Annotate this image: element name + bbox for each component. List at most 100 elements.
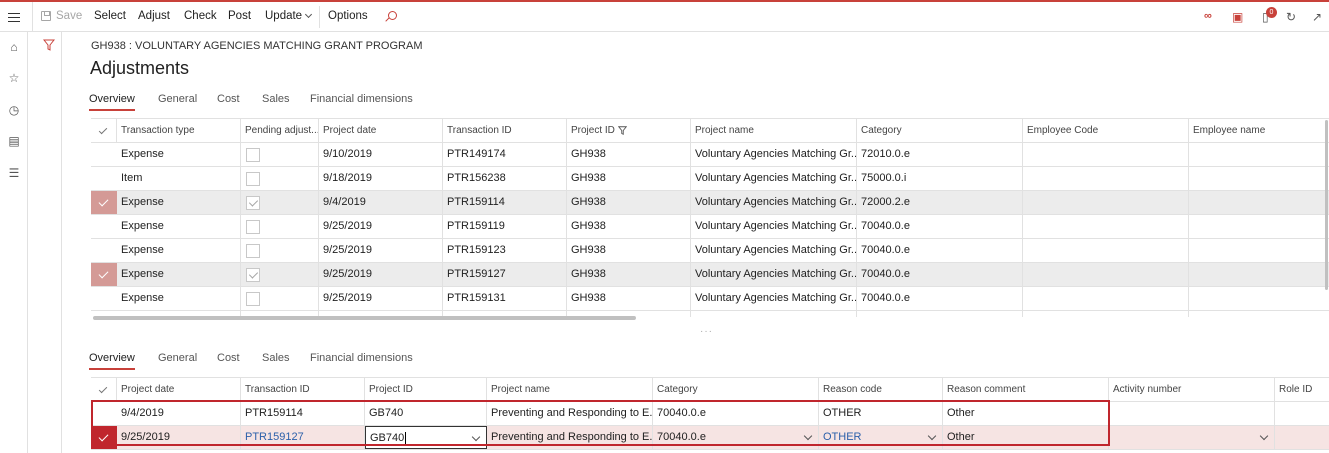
column-header[interactable]: Employee name — [1189, 119, 1329, 142]
check-button[interactable]: Check — [184, 10, 217, 22]
filter-icon[interactable] — [43, 39, 55, 51]
pending-adjustment-checkbox — [246, 268, 260, 282]
select-all-checkbox[interactable] — [91, 119, 117, 142]
project-id-cell[interactable]: GB740 — [365, 402, 487, 425]
column-header[interactable]: Project name — [691, 119, 857, 142]
project-date-cell: 9/25/2019 — [319, 239, 443, 262]
chevron-down-icon[interactable] — [1259, 431, 1269, 441]
update-menu-button[interactable]: Update — [265, 10, 313, 22]
activity-number-cell[interactable] — [1109, 402, 1275, 425]
column-header[interactable]: Project ID — [365, 378, 487, 401]
select-all-checkbox[interactable] — [91, 378, 117, 401]
tab-general[interactable]: General — [158, 352, 197, 364]
recent-clock-icon[interactable]: ◷ — [8, 104, 20, 116]
table-row-active[interactable]: 9/25/2019 PTR159127 GB740 Preventing and… — [91, 426, 1329, 450]
project-id-cell: GH938 — [567, 263, 691, 286]
table-row[interactable]: Expense 9/25/2019 PTR159127 GH938 Volunt… — [91, 263, 1329, 287]
employee-name-cell — [1189, 263, 1329, 286]
tab-overview[interactable]: Overview — [89, 93, 135, 111]
row-mark-checked[interactable] — [91, 263, 117, 286]
adjust-button[interactable]: Adjust — [138, 10, 170, 22]
tab-cost[interactable]: Cost — [217, 93, 240, 105]
column-header[interactable]: Project date — [319, 119, 443, 142]
chevron-down-icon[interactable] — [803, 431, 813, 441]
transaction-id-cell: PTR159119 — [443, 215, 567, 238]
column-header-project-id[interactable]: Project ID — [567, 119, 691, 142]
column-header[interactable]: Role ID — [1275, 378, 1329, 401]
tab-financial-dimensions[interactable]: Financial dimensions — [310, 93, 413, 105]
tab-overview[interactable]: Overview — [89, 352, 135, 370]
column-header[interactable]: Pending adjust... — [241, 119, 319, 142]
refresh-icon[interactable]: ↻ — [1286, 10, 1296, 24]
tab-sales[interactable]: Sales — [262, 352, 290, 364]
table-row[interactable]: Expense 9/25/2019 PTR159131 GH938 Volunt… — [91, 287, 1329, 311]
row-mark[interactable] — [91, 239, 117, 262]
row-mark-checked[interactable] — [91, 426, 117, 449]
workspaces-icon[interactable]: ▤ — [8, 135, 20, 147]
reason-code-dropdown[interactable]: OTHER — [819, 426, 943, 449]
project-date-cell: 9/4/2019 — [319, 191, 443, 214]
row-mark[interactable] — [91, 215, 117, 238]
category-cell[interactable]: 70040.0.e — [653, 402, 819, 425]
reason-comment-cell[interactable]: Other — [943, 426, 1109, 449]
pending-adjustment-cell — [241, 167, 319, 190]
hamburger-menu-icon[interactable] — [8, 13, 20, 22]
favorites-star-icon[interactable]: ☆ — [8, 72, 20, 84]
pending-adjustment-cell — [241, 191, 319, 214]
column-header[interactable]: Employee Code — [1023, 119, 1189, 142]
save-button[interactable]: Save — [56, 10, 82, 22]
column-header[interactable]: Category — [857, 119, 1023, 142]
reason-code-cell[interactable]: OTHER — [819, 402, 943, 425]
table-row[interactable]: 9/4/2019 PTR159114 GB740 Preventing and … — [91, 402, 1329, 426]
column-header[interactable]: Reason comment — [943, 378, 1109, 401]
tab-sales[interactable]: Sales — [262, 93, 290, 105]
column-header[interactable]: Transaction type — [117, 119, 241, 142]
column-header[interactable]: Transaction ID — [443, 119, 567, 142]
row-mark[interactable] — [91, 167, 117, 190]
project-id-input[interactable]: GB740 — [365, 426, 487, 449]
project-date-cell: 9/25/2019 — [117, 426, 241, 449]
role-id-cell[interactable] — [1275, 426, 1329, 449]
notification-badge: 0 — [1266, 7, 1277, 18]
column-header[interactable]: Project name — [487, 378, 653, 401]
modules-list-icon[interactable]: ☰ — [8, 167, 20, 179]
open-new-window-icon[interactable]: ↗ — [1312, 10, 1322, 24]
table-row[interactable]: Expense 9/10/2019 PTR149174 GH938 Volunt… — [91, 143, 1329, 167]
table-row[interactable]: Expense 9/4/2019 PTR159114 GH938 Volunta… — [91, 191, 1329, 215]
category-dropdown[interactable]: 70040.0.e — [653, 426, 819, 449]
home-icon[interactable]: ⌂ — [8, 41, 20, 53]
table-row[interactable]: Item 9/18/2019 PTR156238 GH938 Voluntary… — [91, 167, 1329, 191]
office-icon[interactable]: ▣ — [1232, 10, 1243, 24]
select-button[interactable]: Select — [94, 10, 126, 22]
options-tab[interactable]: Options — [328, 10, 368, 22]
row-mark[interactable] — [91, 402, 117, 425]
table-row[interactable]: Expense 9/25/2019 PTR159123 GH938 Volunt… — [91, 239, 1329, 263]
row-mark[interactable] — [91, 143, 117, 166]
column-header[interactable]: Transaction ID — [241, 378, 365, 401]
role-id-cell[interactable] — [1275, 402, 1329, 425]
post-button[interactable]: Post — [228, 10, 251, 22]
activity-number-dropdown[interactable] — [1109, 426, 1275, 449]
pane-splitter-handle[interactable]: ··· — [700, 326, 713, 337]
tab-cost[interactable]: Cost — [217, 352, 240, 364]
column-header[interactable]: Activity number — [1109, 378, 1275, 401]
chevron-down-icon[interactable] — [927, 431, 937, 441]
reason-comment-cell[interactable]: Other — [943, 402, 1109, 425]
row-mark[interactable] — [91, 287, 117, 310]
vertical-scrollbar[interactable] — [1325, 120, 1328, 290]
column-header[interactable]: Reason code — [819, 378, 943, 401]
tab-general[interactable]: General — [158, 93, 197, 105]
row-mark-checked[interactable] — [91, 191, 117, 214]
search-icon[interactable] — [388, 11, 397, 20]
tab-financial-dimensions[interactable]: Financial dimensions — [310, 352, 413, 364]
transaction-id-link[interactable]: PTR159127 — [241, 426, 365, 449]
column-header[interactable]: Project date — [117, 378, 241, 401]
connector-icon[interactable]: ∞ — [1204, 10, 1212, 22]
project-id-cell: GH938 — [567, 143, 691, 166]
horizontal-scrollbar[interactable] — [93, 316, 636, 320]
transaction-id-cell: PTR159131 — [443, 287, 567, 310]
column-header[interactable]: Category — [653, 378, 819, 401]
chevron-down-icon[interactable] — [471, 432, 481, 442]
table-row[interactable]: Expense 9/25/2019 PTR159119 GH938 Volunt… — [91, 215, 1329, 239]
project-date-cell: 9/4/2019 — [117, 402, 241, 425]
